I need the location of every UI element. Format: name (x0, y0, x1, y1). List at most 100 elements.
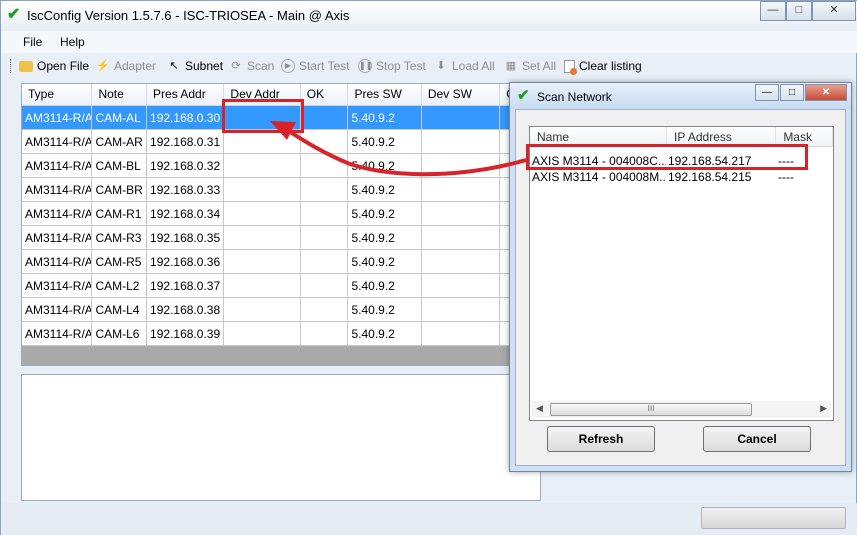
cell-type[interactable]: AM3114-R/A (22, 322, 93, 346)
cell-note[interactable]: CAM-AL (92, 106, 148, 130)
cell-pres-sw[interactable]: 5.40.9.2 (348, 250, 422, 274)
cell-dev-sw[interactable] (422, 322, 501, 346)
scan-result-row[interactable]: AXIS M3114 - 004008M... 192.168.54.215 -… (530, 169, 816, 186)
column-header-pres-addr[interactable]: Pres Addr (147, 84, 225, 106)
cell-pres-addr[interactable]: 192.168.0.38 (147, 298, 225, 322)
cell-pres-addr[interactable]: 192.168.0.39 (147, 322, 225, 346)
cell-note[interactable]: CAM-BL (92, 154, 148, 178)
cell-dev-addr[interactable] (224, 226, 301, 250)
cell-pres-addr[interactable]: 192.168.0.37 (147, 274, 225, 298)
cell-dev-addr[interactable] (224, 130, 301, 154)
cell-type[interactable]: AM3114-R/A (22, 226, 93, 250)
menu-help[interactable]: Help (60, 35, 85, 49)
dialog-close-button[interactable]: ✕ (805, 84, 847, 101)
cell-note[interactable]: CAM-AR (92, 130, 148, 154)
cell-dev-sw[interactable] (422, 250, 501, 274)
load-all-button[interactable]: ⬇ Load All (434, 59, 494, 73)
cell-pres-addr[interactable]: 192.168.0.34 (147, 202, 225, 226)
cell-ok[interactable] (301, 202, 349, 226)
cell-type[interactable]: AM3114-R/A (22, 274, 93, 298)
dialog-restore-button[interactable]: □ (780, 84, 804, 101)
cell-type[interactable]: AM3114-R/A (22, 298, 93, 322)
adapter-button[interactable]: ⚡ Adapter (96, 59, 156, 73)
dialog-minimize-button[interactable]: — (755, 84, 779, 101)
cell-dev-addr[interactable] (224, 250, 301, 274)
cell-dev-sw[interactable] (422, 274, 501, 298)
cell-ok[interactable] (301, 106, 349, 130)
scroll-left-icon[interactable]: ◀ (536, 403, 543, 414)
cell-pres-addr[interactable]: 192.168.0.31 (147, 130, 225, 154)
cell-pres-sw[interactable]: 5.40.9.2 (348, 226, 422, 250)
cell-pres-sw[interactable]: 5.40.9.2 (348, 106, 422, 130)
cell-type[interactable]: AM3114-R/A (22, 154, 93, 178)
column-header-note[interactable]: Note (92, 84, 148, 106)
cell-ok[interactable] (301, 322, 349, 346)
cell-pres-addr[interactable]: 192.168.0.35 (147, 226, 225, 250)
column-header-dev-sw[interactable]: Dev SW (422, 84, 501, 106)
cell-ok[interactable] (301, 154, 349, 178)
scroll-right-icon[interactable]: ▶ (820, 403, 827, 414)
cell-note[interactable]: CAM-L6 (92, 322, 148, 346)
column-header-ok[interactable]: OK (301, 84, 349, 106)
cell-type[interactable]: AM3114-R/A (22, 250, 93, 274)
title-bar[interactable]: ✔ IscConfig Version 1.5.7.6 - ISC-TRIOSE… (1, 1, 857, 31)
subnet-button[interactable]: ↖ Subnet (167, 59, 223, 73)
table-row[interactable]: AM3114-R/A CAM-R3 192.168.0.35 5.40.9.2 (22, 226, 540, 250)
cell-note[interactable]: CAM-BR (92, 178, 148, 202)
cell-type[interactable]: AM3114-R/A (22, 130, 93, 154)
cell-pres-sw[interactable]: 5.40.9.2 (348, 322, 422, 346)
cell-ok[interactable] (301, 298, 349, 322)
start-test-button[interactable]: ▶ Start Test (281, 59, 349, 73)
cell-dev-sw[interactable] (422, 130, 501, 154)
cell-pres-sw[interactable]: 5.40.9.2 (348, 154, 422, 178)
cell-type[interactable]: AM3114-R/A (22, 106, 93, 130)
cell-pres-sw[interactable]: 5.40.9.2 (348, 178, 422, 202)
cancel-button[interactable]: Cancel (703, 426, 811, 452)
cell-dev-addr[interactable] (224, 178, 301, 202)
table-row[interactable]: AM3114-R/A CAM-BL 192.168.0.32 5.40.9.2 (22, 154, 540, 178)
table-row[interactable]: AM3114-R/A CAM-AR 192.168.0.31 5.40.9.2 (22, 130, 540, 154)
cell-dev-addr[interactable] (224, 322, 301, 346)
refresh-button[interactable]: Refresh (547, 426, 655, 452)
cell-pres-sw[interactable]: 5.40.9.2 (348, 130, 422, 154)
cell-pres-sw[interactable]: 5.40.9.2 (348, 274, 422, 298)
cell-dev-addr[interactable] (224, 274, 301, 298)
cell-dev-sw[interactable] (422, 154, 501, 178)
cell-dev-sw[interactable] (422, 298, 501, 322)
minimize-button[interactable]: — (760, 1, 786, 21)
open-file-button[interactable]: Open File (19, 59, 89, 73)
cell-ok[interactable] (301, 274, 349, 298)
cell-dev-addr[interactable] (224, 298, 301, 322)
cell-ok[interactable] (301, 226, 349, 250)
menu-file[interactable]: File (23, 35, 42, 49)
cell-ok[interactable] (301, 178, 349, 202)
cell-dev-sw[interactable] (422, 226, 501, 250)
cell-note[interactable]: CAM-L2 (92, 274, 148, 298)
table-row[interactable]: AM3114-R/A CAM-L4 192.168.0.38 5.40.9.2 (22, 298, 540, 322)
cell-dev-addr[interactable] (224, 154, 301, 178)
cell-pres-addr[interactable]: 192.168.0.33 (147, 178, 225, 202)
table-row[interactable]: AM3114-R/A CAM-R1 192.168.0.34 5.40.9.2 (22, 202, 540, 226)
clear-listing-button[interactable]: Clear listing (564, 59, 642, 75)
table-row[interactable]: AM3114-R/A CAM-L6 192.168.0.39 5.40.9.2 (22, 322, 540, 346)
cell-note[interactable]: CAM-R3 (92, 226, 148, 250)
cell-pres-addr[interactable]: 192.168.0.32 (147, 154, 225, 178)
restore-button[interactable]: □ (786, 1, 812, 21)
cell-note[interactable]: CAM-L4 (92, 298, 148, 322)
set-all-button[interactable]: ▦ Set All (504, 59, 556, 73)
cell-type[interactable]: AM3114-R/A (22, 178, 93, 202)
column-header-type[interactable]: Type (22, 84, 93, 106)
cell-note[interactable]: CAM-R1 (92, 202, 148, 226)
close-button[interactable]: ✕ (812, 1, 856, 21)
table-row[interactable]: AM3114-R/A CAM-BR 192.168.0.33 5.40.9.2 (22, 178, 540, 202)
cell-pres-sw[interactable]: 5.40.9.2 (348, 202, 422, 226)
horizontal-scrollbar[interactable]: ◀ III ▶ (532, 401, 831, 418)
table-row[interactable]: AM3114-R/A CAM-R5 192.168.0.36 5.40.9.2 (22, 250, 540, 274)
cell-ok[interactable] (301, 130, 349, 154)
cell-dev-addr[interactable] (224, 202, 301, 226)
column-header-pres-sw[interactable]: Pres SW (348, 84, 422, 106)
cell-pres-sw[interactable]: 5.40.9.2 (348, 298, 422, 322)
table-row[interactable]: AM3114-R/A CAM-L2 192.168.0.37 5.40.9.2 (22, 274, 540, 298)
scan-button[interactable]: ⟳ Scan (229, 59, 274, 73)
cell-pres-addr[interactable]: 192.168.0.30 (147, 106, 225, 130)
